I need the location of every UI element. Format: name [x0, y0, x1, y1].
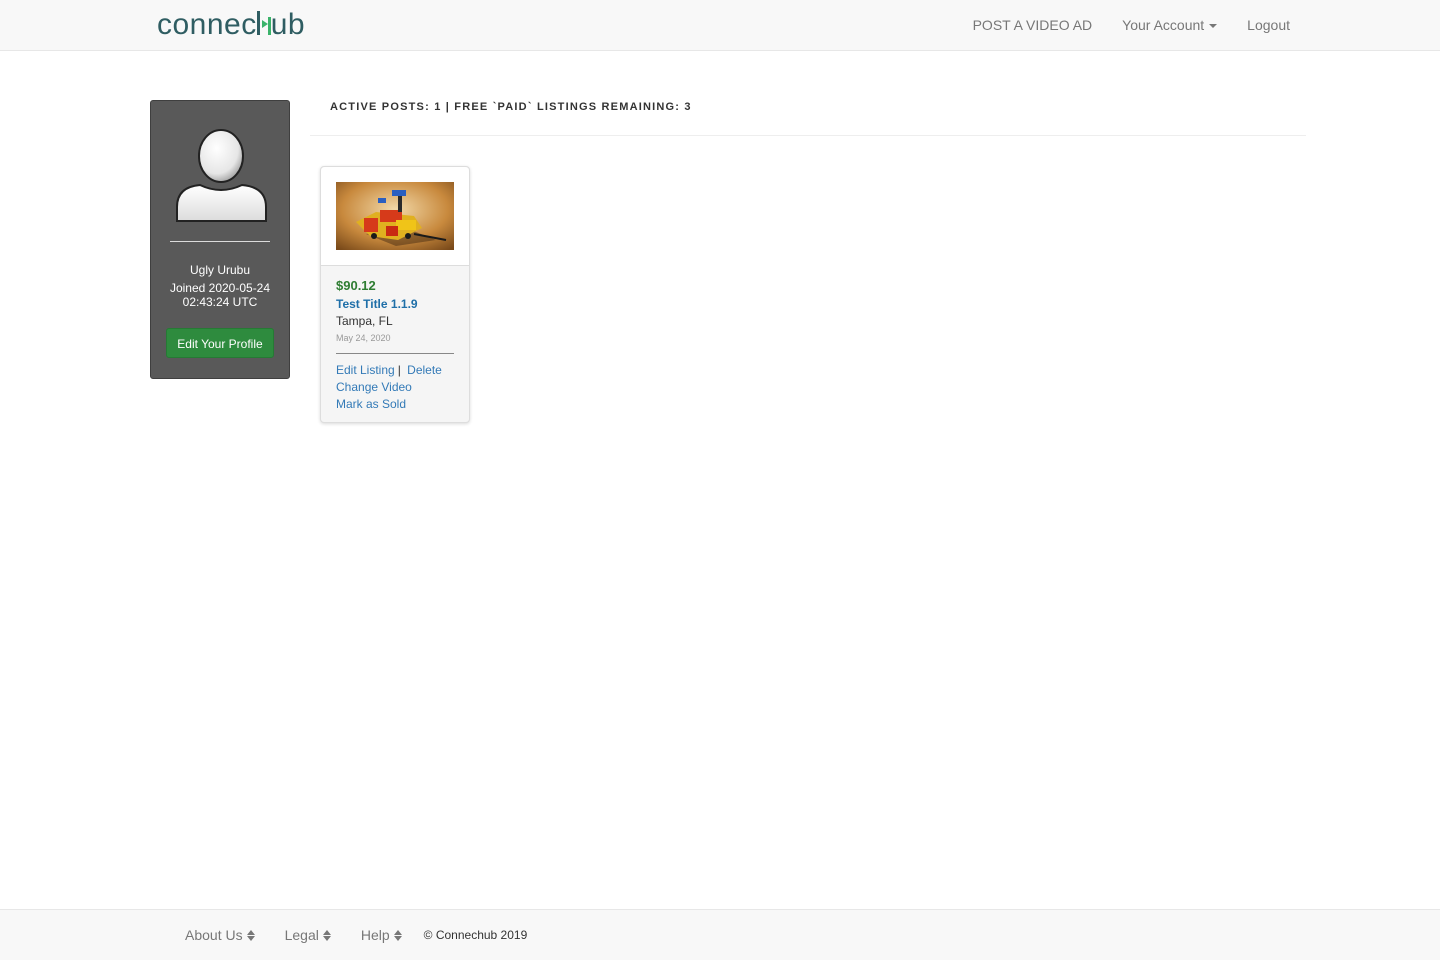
logo-text-start: connec	[157, 8, 257, 41]
profile-name: Ugly Urubu	[189, 263, 251, 277]
listing-divider	[336, 353, 454, 354]
sort-icon	[393, 930, 402, 941]
change-video-link[interactable]: Change Video	[336, 380, 412, 394]
profile-divider	[170, 241, 270, 242]
profile-card: Ugly Urubu Joined 2020-05-24 02:43:24 UT…	[150, 100, 290, 379]
play-h-logo-mark-icon	[256, 11, 271, 35]
post-video-ad-link[interactable]: POST A VIDEO AD	[958, 0, 1108, 50]
sort-icon	[246, 930, 255, 941]
edit-listing-link[interactable]: Edit Listing	[336, 363, 395, 377]
listing-location: Tampa, FL	[336, 314, 393, 328]
footer: About Us Legal Help © Connechub 2019	[0, 909, 1440, 960]
listing-actions: Edit Listing | Delete Change Video Mark a…	[336, 362, 442, 413]
footer-help-dropdown[interactable]: Help	[346, 927, 417, 943]
listing-video-thumbnail[interactable]	[336, 182, 454, 250]
footer-links: About Us Legal Help © Connechub 2019	[170, 910, 527, 960]
listing-date: May 24, 2020	[336, 333, 391, 343]
caret-down-icon	[1209, 24, 1218, 29]
sort-icon	[322, 930, 331, 941]
connechub-logo[interactable]: connec ub	[157, 8, 305, 42]
logout-link[interactable]: Logout	[1232, 0, 1305, 50]
listing-price: $90.12	[336, 278, 376, 293]
profile-joined-date: Joined 2020-05-24 02:43:24 UTC	[169, 281, 271, 309]
footer-legal-dropdown[interactable]: Legal	[270, 927, 346, 943]
about-us-label: About Us	[185, 927, 243, 943]
delete-listing-link[interactable]: Delete	[407, 363, 442, 377]
help-label: Help	[360, 927, 390, 943]
footer-about-us-dropdown[interactable]: About Us	[170, 927, 270, 943]
your-account-dropdown[interactable]: Your Account	[1107, 0, 1232, 50]
action-separator: |	[397, 363, 401, 377]
your-account-label: Your Account	[1122, 17, 1205, 33]
logo-text-end: ub	[270, 8, 306, 41]
user-avatar-icon	[176, 129, 267, 222]
legal-label: Legal	[284, 927, 319, 943]
listing-thumbnail-wrap	[321, 167, 469, 266]
copyright-text: © Connechub 2019	[423, 928, 528, 942]
listing-card: $90.12 Test Title 1.1.9 Tampa, FL May 24…	[320, 166, 470, 423]
mark-as-sold-link[interactable]: Mark as Sold	[336, 397, 406, 411]
active-posts-header: ACTIVE POSTS: 1 | FREE `PAID` LISTINGS R…	[330, 101, 692, 113]
edit-profile-button[interactable]: Edit Your Profile	[166, 328, 274, 358]
header-divider	[310, 135, 1306, 136]
listing-title-link[interactable]: Test Title 1.1.9	[336, 297, 418, 311]
top-navbar: connec ub POST A VIDEO AD Your Account Lo…	[0, 0, 1440, 51]
nav-links: POST A VIDEO AD Your Account Logout	[958, 0, 1305, 50]
